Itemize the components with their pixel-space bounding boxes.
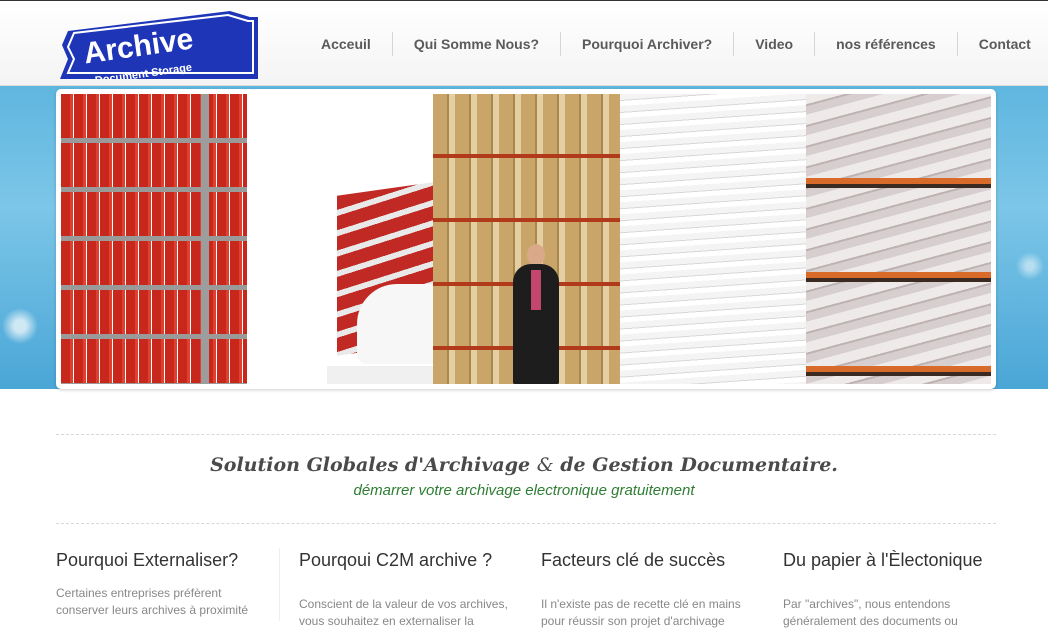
intro-title-part2: de Gestion Documentaire. bbox=[560, 454, 838, 476]
nav-qui-somme-nous[interactable]: Qui Somme Nous? bbox=[391, 32, 560, 56]
nav-acceuil[interactable]: Acceuil bbox=[300, 32, 392, 56]
banner-slider[interactable] bbox=[56, 89, 996, 389]
banner-image-archive-boxes bbox=[806, 94, 991, 384]
column-text: Conscient de la valeur de vos archives, … bbox=[299, 597, 508, 628]
nav-contact[interactable]: Contact bbox=[956, 32, 1048, 56]
divider-bottom bbox=[56, 523, 996, 524]
banner-image-paper-stack bbox=[620, 94, 806, 384]
feature-column: Pourquoi Externaliser? Certaines entrepr… bbox=[56, 550, 276, 619]
column-text: Il n'existe pas de recette clé en mains … bbox=[541, 597, 741, 628]
nav-video[interactable]: Video bbox=[733, 32, 814, 56]
intro-title-part1: Solution Globales d'Archivage bbox=[210, 454, 531, 476]
nav-references[interactable]: nos références bbox=[814, 32, 957, 56]
banner-image-office-binders bbox=[247, 94, 433, 384]
banner-image-warehouse bbox=[433, 94, 620, 384]
column-heading[interactable]: Du papier à l'Èlectonique bbox=[783, 550, 1003, 571]
feature-column: Facteurs clé de succès Il n'existe pas d… bbox=[541, 550, 761, 630]
archive-logo[interactable]: Archive Document Storage bbox=[60, 9, 258, 79]
divider-top bbox=[56, 434, 996, 435]
feature-column: Du papier à l'Èlectonique Par "archives"… bbox=[783, 550, 1003, 630]
main-nav: Acceuil Qui Somme Nous? Pourquoi Archive… bbox=[300, 31, 1048, 57]
feature-column: Pourqoui C2M archive ? Conscient de la v… bbox=[299, 550, 519, 630]
column-heading[interactable]: Pourquoi Externaliser? bbox=[56, 550, 276, 571]
intro-title-amp: & bbox=[536, 454, 554, 476]
nav-pourquoi-archiver[interactable]: Pourquoi Archiver? bbox=[560, 32, 733, 56]
column-text: Par "archives", nous entendons généralem… bbox=[783, 597, 958, 628]
column-text: Certaines entreprises préfèrent conserve… bbox=[56, 586, 249, 617]
column-divider bbox=[279, 548, 280, 621]
site-header: Archive Document Storage Acceuil Qui Som… bbox=[0, 0, 1048, 86]
banner-image-red-binders bbox=[61, 94, 247, 384]
intro-title: Solution Globales d'Archivage & de Gesti… bbox=[0, 454, 1048, 476]
column-heading[interactable]: Pourqoui C2M archive ? bbox=[299, 550, 519, 571]
intro-subtitle[interactable]: démarrer votre archivage electronique gr… bbox=[0, 482, 1048, 499]
column-heading[interactable]: Facteurs clé de succès bbox=[541, 550, 761, 571]
